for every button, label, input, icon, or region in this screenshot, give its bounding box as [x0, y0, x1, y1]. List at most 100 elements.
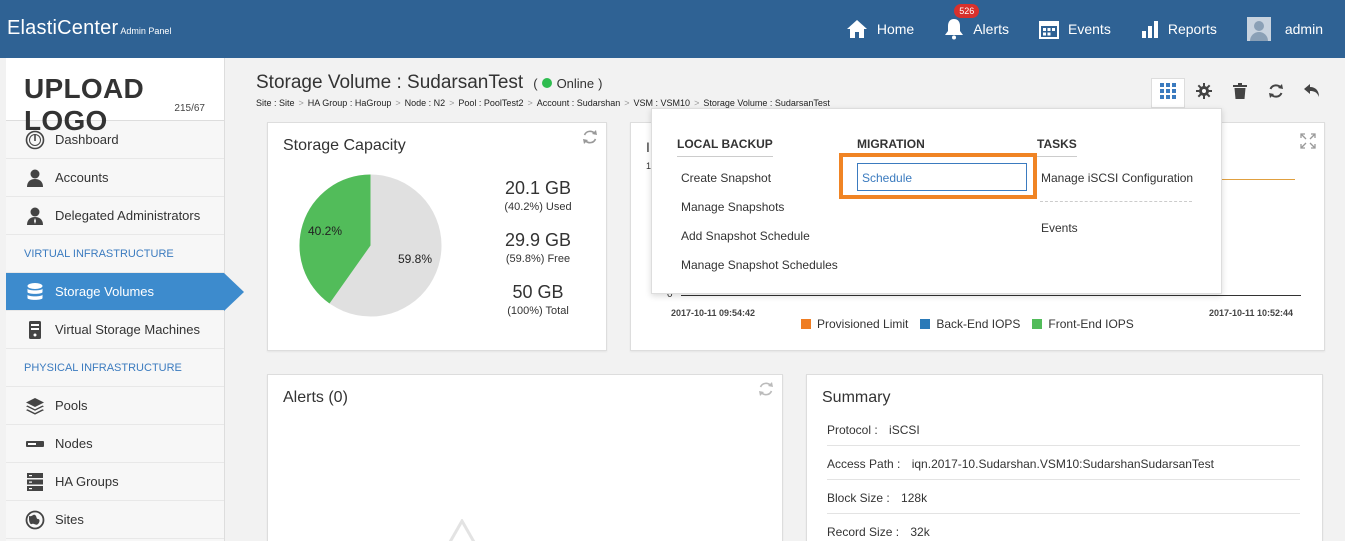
summary-row-protocol: Protocol : iSCSI: [827, 423, 920, 437]
sidebar-item-vsm[interactable]: Virtual Storage Machines: [6, 311, 224, 349]
sidebar-item-sites[interactable]: Sites: [6, 501, 224, 539]
x-tick-start: 2017-10-11 09:54:42: [671, 308, 756, 318]
app-name: ElastiCenter: [7, 17, 119, 39]
provisioned-limit-line: [1221, 179, 1295, 180]
logo-area[interactable]: UPLOAD LOGO 215/67: [6, 58, 224, 136]
legend-front-end-iops[interactable]: Front-End IOPS: [1032, 317, 1134, 331]
pie-used-label: 40.2%: [308, 224, 342, 238]
menu-divider: [1040, 201, 1192, 202]
total-sub: (100%) Total: [507, 305, 569, 317]
breadcrumb-volume: Storage Volume : SudarsanTest: [703, 98, 830, 108]
alerts-title: Alerts (0): [283, 389, 348, 406]
nav-user-label: admin: [1284, 21, 1323, 37]
settings-button[interactable]: [1187, 78, 1221, 108]
refresh-icon[interactable]: [582, 129, 598, 150]
summary-title: Summary: [822, 389, 891, 406]
breadcrumb-site[interactable]: Site : Site: [256, 98, 295, 108]
alerts-card: Alerts (0): [267, 374, 783, 541]
legend-label: Front-End IOPS: [1048, 317, 1134, 331]
breadcrumb-ha-group[interactable]: HA Group : HaGroup: [308, 98, 392, 108]
summary-value: iSCSI: [889, 423, 920, 437]
actions-menu-button[interactable]: [1151, 78, 1185, 108]
menu-add-snapshot-schedule[interactable]: Add Snapshot Schedule: [681, 229, 810, 243]
breadcrumb: Site : Site > HA Group : HaGroup > Node : …: [256, 98, 830, 108]
top-bar: ElastiCenter Admin Panel Home 526 Alerts…: [0, 0, 1345, 58]
summary-row-access-path: Access Path : iqn.2017-10.Sudarshan.VSM1…: [827, 457, 1214, 471]
back-button[interactable]: [1295, 78, 1329, 108]
sidebar-item-label: HA Groups: [55, 474, 119, 489]
bell-icon: [944, 18, 964, 40]
legend-swatch: [1032, 319, 1043, 329]
summary-key: Protocol :: [827, 423, 878, 437]
menu-manage-iscsi-configuration[interactable]: Manage iSCSI Configuration: [1041, 171, 1193, 185]
breadcrumb-separator: >: [624, 98, 630, 108]
top-nav: Home 526 Alerts Events Reports admin: [846, 0, 1345, 58]
menu-create-snapshot[interactable]: Create Snapshot: [681, 171, 771, 185]
delete-button[interactable]: [1223, 78, 1257, 108]
sidebar: UPLOAD LOGO 215/67 Dashboard Accounts De…: [6, 58, 244, 541]
summary-key: Record Size :: [827, 525, 900, 539]
legend-swatch: [920, 319, 931, 329]
nav-reports[interactable]: Reports: [1141, 20, 1217, 38]
summary-value: 128k: [901, 491, 928, 505]
globe-icon: [24, 509, 46, 531]
menu-events[interactable]: Events: [1041, 221, 1078, 235]
layers-icon: [24, 395, 46, 417]
status-text: Online: [556, 75, 595, 91]
legend-label: Provisioned Limit: [817, 317, 909, 331]
sidebar-item-pools[interactable]: Pools: [6, 387, 224, 425]
capacity-pie-chart: 40.2% 59.8%: [299, 174, 442, 317]
summary-row-record-size: Record Size : 32k: [827, 525, 930, 539]
summary-divider: [827, 479, 1300, 480]
ha-group-icon: [24, 471, 46, 493]
free-sub: (59.8%) Free: [505, 253, 571, 265]
sidebar-item-ha-groups[interactable]: HA Groups: [6, 463, 224, 501]
expand-icon[interactable]: [1300, 133, 1316, 154]
trash-icon: [1233, 82, 1247, 104]
chart-legend: Provisioned Limit Back-End IOPS Front-En…: [801, 317, 1146, 331]
refresh-icon[interactable]: [758, 381, 774, 402]
summary-key: Access Path :: [827, 457, 901, 471]
vsm-icon: [24, 319, 46, 341]
sidebar-item-storage-volumes[interactable]: Storage Volumes: [6, 273, 244, 311]
summary-card: Summary Protocol : iSCSI Access Path : i…: [806, 374, 1323, 541]
refresh-button[interactable]: [1259, 78, 1293, 108]
admin-user-icon: [24, 205, 46, 227]
breadcrumb-account[interactable]: Account : Sudarshan: [537, 98, 621, 108]
storage-capacity-title: Storage Capacity: [283, 137, 406, 154]
nav-alerts[interactable]: 526 Alerts: [944, 4, 1010, 40]
nav-alerts-label: Alerts: [973, 21, 1010, 37]
free-value: 29.9 GB: [504, 230, 572, 250]
breadcrumb-node[interactable]: Node : N2: [405, 98, 446, 108]
breadcrumb-pool[interactable]: Pool : PoolTest2: [458, 98, 523, 108]
legend-swatch: [801, 319, 811, 329]
user-icon: [24, 167, 46, 189]
pie-free-label: 59.8%: [398, 252, 432, 266]
legend-provisioned-limit[interactable]: Provisioned Limit: [801, 317, 908, 331]
avatar: [1246, 17, 1271, 41]
section-physical-infrastructure: PHYSICAL INFRASTRUCTURE: [6, 349, 224, 387]
sidebar-item-label: Delegated Administrators: [55, 208, 201, 223]
alerts-count-badge: 526: [954, 4, 980, 18]
menu-schedule-migration[interactable]: Schedule: [857, 163, 1027, 191]
breadcrumb-separator: >: [298, 98, 304, 108]
nav-user[interactable]: admin: [1246, 17, 1323, 41]
reply-arrow-icon: [1303, 83, 1321, 104]
breadcrumb-vsm[interactable]: VSM : VSM10: [634, 98, 691, 108]
menu-manage-snapshots[interactable]: Manage Snapshots: [681, 200, 784, 214]
breadcrumb-separator: >: [694, 98, 700, 108]
sidebar-item-accounts[interactable]: Accounts: [6, 159, 224, 197]
section-virtual-infrastructure: VIRTUAL INFRASTRUCTURE: [6, 235, 224, 273]
grid-icon: [1160, 82, 1176, 104]
brand[interactable]: ElastiCenter Admin Panel: [7, 17, 171, 40]
nav-events[interactable]: Events: [1039, 19, 1111, 39]
legend-back-end-iops[interactable]: Back-End IOPS: [920, 317, 1020, 331]
gear-icon: [1196, 82, 1212, 104]
sidebar-item-delegated-admins[interactable]: Delegated Administrators: [6, 197, 224, 235]
used-value: 20.1 GB: [504, 178, 572, 198]
total-value: 50 GB: [512, 282, 564, 302]
menu-manage-snapshot-schedules[interactable]: Manage Snapshot Schedules: [681, 258, 838, 272]
nav-home[interactable]: Home: [846, 19, 914, 39]
status-badge: ( Online ): [533, 76, 602, 91]
sidebar-item-nodes[interactable]: Nodes: [6, 425, 224, 463]
